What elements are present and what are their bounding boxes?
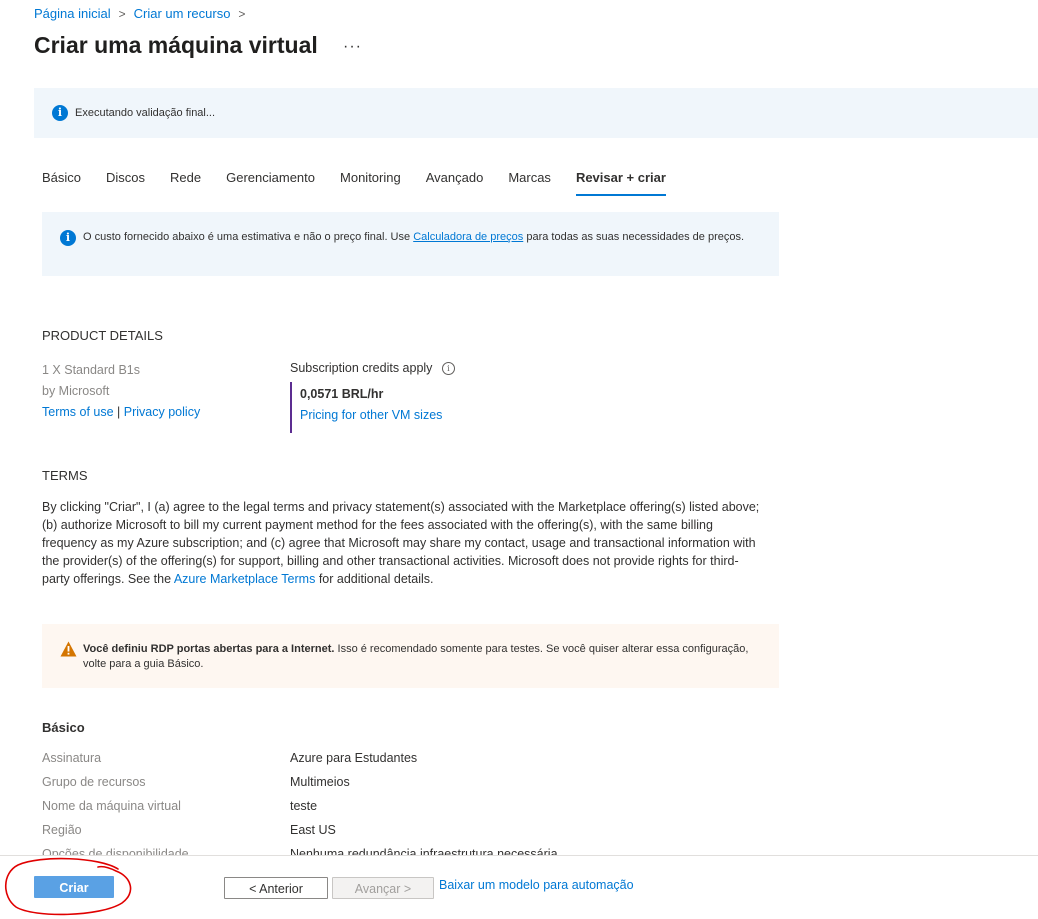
- summary-label: Grupo de recursos: [42, 775, 146, 789]
- tab-monitoring[interactable]: Monitoring: [340, 168, 401, 196]
- warning-icon: [60, 641, 77, 657]
- basic-summary-table: Assinatura Azure para Estudantes Grupo d…: [42, 748, 742, 868]
- validation-banner-text: Executando validação final...: [75, 107, 216, 119]
- page-title: Criar uma máquina virtual: [34, 32, 318, 58]
- summary-row: Região East US: [42, 820, 742, 844]
- rdp-warning-bold: Você definiu RDP portas abertas para a I…: [83, 643, 335, 655]
- info-icon: i: [52, 105, 68, 121]
- azure-marketplace-terms-link[interactable]: Azure Marketplace Terms: [174, 572, 316, 586]
- basic-section-heading: Básico: [42, 720, 85, 735]
- chevron-right-icon: >: [238, 6, 246, 21]
- price-box: 0,0571 BRL/hr Pricing for other VM sizes: [290, 382, 462, 433]
- subscription-credits-label: Subscription credits apply: [290, 361, 433, 375]
- link-separator: |: [117, 405, 121, 419]
- create-button[interactable]: Criar: [34, 876, 114, 898]
- terms-of-use-link[interactable]: Terms of use: [42, 405, 114, 419]
- product-publisher: by Microsoft: [42, 384, 110, 398]
- info-outline-icon[interactable]: i: [441, 362, 455, 375]
- price-value: 0,0571 BRL/hr: [300, 387, 384, 401]
- tab-gerenciamento[interactable]: Gerenciamento: [226, 168, 315, 196]
- terms-text-end: for additional details.: [318, 572, 434, 586]
- validation-banner: i Executando validação final...: [34, 88, 1038, 138]
- privacy-policy-link[interactable]: Privacy policy: [124, 405, 200, 419]
- tab-marcas[interactable]: Marcas: [508, 168, 551, 196]
- previous-button[interactable]: < Anterior: [224, 877, 328, 899]
- summary-value: East US: [290, 823, 336, 837]
- tab-bar: Básico Discos Rede Gerenciamento Monitor…: [42, 168, 691, 196]
- pricing-other-sizes-link[interactable]: Pricing for other VM sizes: [300, 408, 442, 422]
- summary-row: Grupo de recursos Multimeios: [42, 772, 742, 796]
- product-info: 1 X Standard B1s by Microsoft Terms of u…: [42, 360, 200, 423]
- chevron-right-icon: >: [118, 6, 126, 21]
- summary-row: Nome da máquina virtual teste: [42, 796, 742, 820]
- pricing-calculator-link[interactable]: Calculadora de preços: [413, 231, 523, 243]
- rdp-warning-banner: Você definiu RDP portas abertas para a I…: [42, 624, 779, 688]
- subscription-credits: Subscription credits apply i: [290, 361, 455, 375]
- product-details-heading: PRODUCT DETAILS: [42, 328, 163, 343]
- summary-value: Multimeios: [290, 775, 350, 789]
- rdp-warning-text: Você definiu RDP portas abertas para a I…: [83, 642, 773, 672]
- download-template-link[interactable]: Baixar um modelo para automação: [439, 878, 634, 892]
- summary-label: Assinatura: [42, 751, 102, 765]
- more-options-icon[interactable]: ···: [343, 38, 362, 56]
- next-button: Avançar >: [332, 877, 434, 899]
- summary-row: Assinatura Azure para Estudantes: [42, 748, 742, 772]
- cost-info-banner: i O custo fornecido abaixo é uma estimat…: [42, 212, 779, 276]
- product-name: 1 X Standard B1s: [42, 363, 140, 377]
- breadcrumb-create-resource-link[interactable]: Criar um recurso: [134, 6, 231, 21]
- cost-info-text-end: para todas as suas necessidades de preço…: [526, 231, 745, 243]
- summary-value: Azure para Estudantes: [290, 751, 418, 765]
- tab-basico[interactable]: Básico: [42, 168, 81, 196]
- cost-info-text-start: O custo fornecido abaixo é uma estimativ…: [83, 231, 411, 243]
- terms-heading: TERMS: [42, 468, 88, 483]
- terms-text: By clicking "Criar", I (a) agree to the …: [42, 498, 762, 588]
- info-icon: i: [60, 230, 76, 246]
- cost-info-text: O custo fornecido abaixo é uma estimativ…: [83, 230, 763, 245]
- breadcrumb: Página inicial > Criar um recurso >: [34, 6, 245, 21]
- tab-rede[interactable]: Rede: [170, 168, 201, 196]
- tab-avancado[interactable]: Avançado: [426, 168, 484, 196]
- tab-revisar-criar[interactable]: Revisar + criar: [575, 168, 666, 196]
- footer-action-bar: Criar < Anterior Avançar > Baixar um mod…: [0, 855, 1038, 919]
- summary-label: Região: [42, 823, 82, 837]
- breadcrumb-home-link[interactable]: Página inicial: [34, 6, 111, 21]
- tab-discos[interactable]: Discos: [106, 168, 145, 196]
- summary-label: Nome da máquina virtual: [42, 799, 181, 813]
- summary-value: teste: [290, 799, 318, 813]
